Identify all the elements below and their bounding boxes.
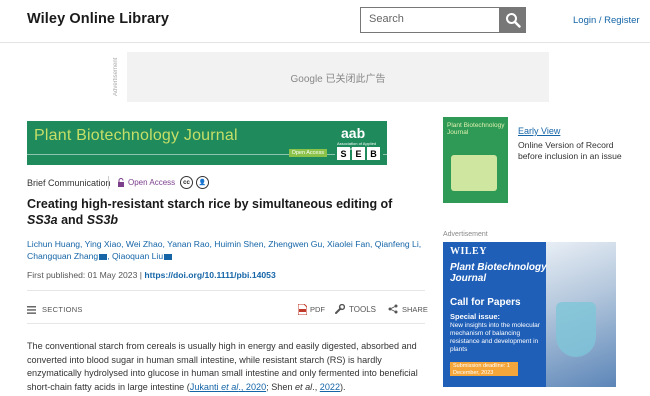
divider — [27, 323, 425, 324]
email-icon[interactable] — [99, 253, 108, 260]
share-label: SHARE — [402, 304, 428, 314]
email-icon[interactable] — [164, 253, 173, 260]
cite-author: Jukanti — [189, 381, 222, 392]
search-button[interactable] — [500, 7, 526, 33]
search-input[interactable]: Search — [360, 7, 500, 33]
authors-line[interactable]: Lichun Huang, Ying Xiao, Wei Zhao, Yanan… — [27, 239, 421, 249]
cite-etal: et al — [221, 381, 239, 392]
article-title: Creating high-resistant starch rice by s… — [27, 196, 417, 228]
site-logo[interactable]: Wiley Online Library — [27, 11, 169, 27]
early-view-description: Online Version of Record before inclusio… — [518, 140, 622, 161]
journal-title: Plant Biotechnology Journal — [34, 127, 238, 144]
ad-deadline: Submission deadline: 1 December, 2023 — [450, 362, 518, 376]
license-icons[interactable]: cc 👤 — [180, 176, 209, 189]
tools-button[interactable]: TOOLS — [334, 304, 376, 315]
cover-title: Plant Biotechnology Journal — [447, 122, 505, 136]
sections-label: SECTIONS — [42, 305, 83, 314]
pdf-icon — [298, 304, 307, 315]
cc-icon: cc — [180, 176, 193, 189]
tools-label: TOOLS — [349, 305, 376, 314]
first-published: First published: 01 May 2023 — [27, 270, 138, 280]
separator: | — [139, 270, 142, 280]
ad-special-issue: Special issue: — [450, 312, 501, 321]
ad-journal-name: Plant Biotechnology Journal — [450, 262, 547, 284]
wrench-icon — [335, 304, 345, 314]
citation-year-2022[interactable]: 2022 — [320, 382, 340, 392]
journal-banner[interactable]: Plant Biotechnology Journal Open Access … — [27, 121, 387, 165]
article-type: Brief Communication — [27, 178, 111, 188]
list-icon — [27, 305, 36, 314]
pdf-button[interactable]: PDF — [298, 304, 325, 315]
seb-letter: S — [337, 147, 350, 160]
author-list[interactable]: Lichun Huang, Ying Xiao, Wei Zhao, Yanan… — [27, 238, 427, 262]
author-changquan[interactable]: Changquan Zhang — [27, 251, 98, 261]
banner-open-access-tag: Open Access — [288, 149, 327, 157]
share-icon — [388, 304, 398, 314]
seb-letter: B — [367, 147, 380, 160]
citation-year-2020[interactable]: 2020 — [246, 382, 266, 392]
abstract-text: ). — [340, 381, 346, 392]
sidebar-ad-label: Advertisement — [443, 231, 488, 238]
title-gene-1: SS3a — [27, 213, 58, 227]
abstract-text: ; Shen — [266, 381, 295, 392]
sections-button[interactable]: SECTIONS — [27, 305, 83, 314]
search-placeholder: Search — [369, 13, 404, 25]
ad-label: Advertisement — [113, 57, 119, 97]
open-access-badge[interactable]: Open Access — [117, 178, 175, 187]
ad-lab-image — [546, 242, 616, 387]
meta-separator — [108, 176, 109, 189]
flask-shape — [556, 302, 596, 357]
ad-call-for-papers: Call for Papers — [450, 297, 521, 308]
early-view-link[interactable]: Early View — [518, 126, 560, 136]
publication-info: First published: 01 May 2023 | https://d… — [27, 270, 276, 280]
aab-logo: aab Association of Applied Biologists S … — [335, 125, 383, 161]
citation-jukanti[interactable]: Jukanti et al., — [190, 382, 246, 392]
title-and: and — [57, 213, 87, 227]
top-ad-banner[interactable]: Google 已关闭此广告 — [127, 52, 549, 102]
article-abstract: The conventional starch from cereals is … — [27, 340, 429, 394]
cite-sep: ., — [312, 381, 320, 392]
doi-link[interactable]: https://doi.org/10.1111/pbi.14053 — [144, 270, 275, 280]
title-gene-2: SS3b — [86, 213, 119, 227]
ad-description: New insights into the molecular mechanis… — [450, 322, 540, 353]
divider — [27, 290, 425, 291]
search-icon — [506, 13, 521, 28]
by-icon: 👤 — [196, 176, 209, 189]
seb-logo: S E B — [337, 147, 380, 160]
seb-letter: E — [352, 147, 365, 160]
lock-open-icon — [118, 178, 124, 187]
sidebar-ad[interactable]: WILEY Plant Biotechnology Journal Call f… — [443, 242, 616, 387]
header-divider — [0, 42, 650, 43]
pdf-label: PDF — [310, 305, 325, 314]
share-button[interactable]: SHARE — [388, 304, 428, 314]
cite-sep: ., — [238, 381, 246, 392]
ad-closed-text: Google 已关闭此广告 — [290, 74, 386, 85]
cite-etal: et al — [294, 381, 313, 392]
journal-cover-image[interactable]: Plant Biotechnology Journal — [443, 117, 508, 203]
wiley-logo: WILEY — [450, 246, 487, 257]
open-access-label: Open Access — [128, 178, 176, 187]
title-text: Creating high-resistant starch rice by s… — [27, 197, 393, 211]
login-register-link[interactable]: Login / Register — [573, 15, 640, 26]
banner-rule — [27, 154, 387, 155]
aab-logo-text: aab — [341, 125, 366, 141]
author-qiaoquan[interactable]: Qiaoquan Liu — [112, 251, 163, 261]
cover-illustration — [451, 155, 497, 191]
